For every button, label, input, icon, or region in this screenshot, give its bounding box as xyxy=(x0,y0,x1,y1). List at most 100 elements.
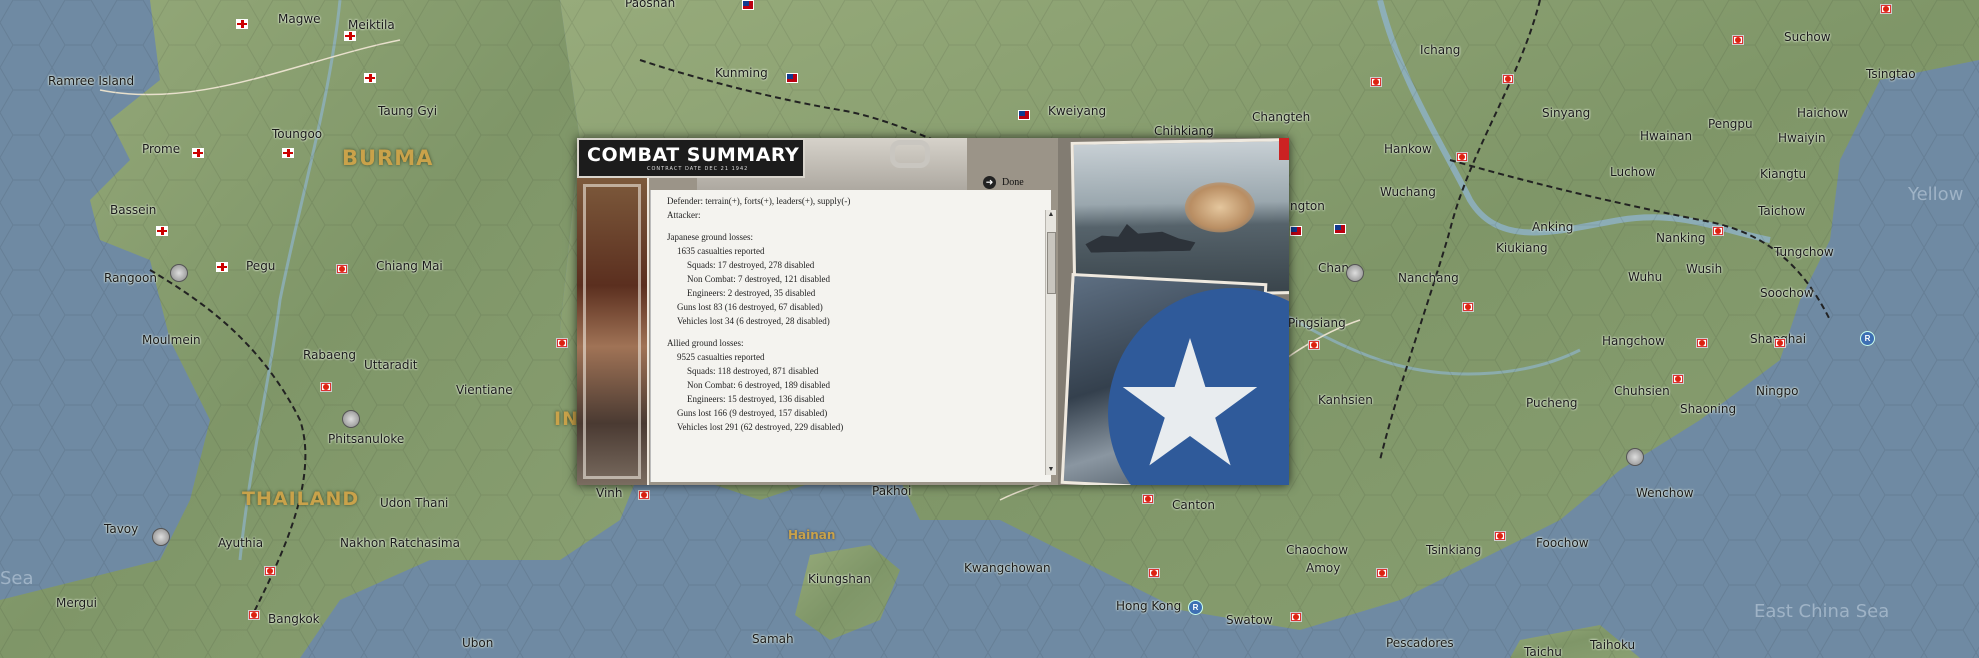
report-line: Engineers: 15 destroyed, 136 disabled xyxy=(687,394,825,404)
place-label: Chiang Mai xyxy=(376,259,443,273)
place-label: Chihkiang xyxy=(1154,124,1214,138)
fort-icon[interactable] xyxy=(342,410,360,428)
place-label: Samah xyxy=(752,632,794,646)
china-flag-icon[interactable] xyxy=(1018,110,1030,120)
fort-icon[interactable] xyxy=(1626,448,1644,466)
place-label: Pucheng xyxy=(1526,396,1578,410)
japan-flag-icon[interactable] xyxy=(1502,74,1514,84)
uk-flag-icon[interactable] xyxy=(344,31,356,41)
japan-flag-icon[interactable] xyxy=(1462,302,1474,312)
japan-flag-icon[interactable] xyxy=(1494,531,1506,541)
place-label: Chuhsien xyxy=(1614,384,1670,398)
report-paper: Defender: terrain(+), forts(+), leaders(… xyxy=(650,190,1051,482)
japan-flag-icon[interactable] xyxy=(1696,338,1708,348)
war-photo-left xyxy=(577,178,649,485)
uk-flag-icon[interactable] xyxy=(192,148,204,158)
report-line: Defender: terrain(+), forts(+), leaders(… xyxy=(667,196,851,206)
japan-flag-icon[interactable] xyxy=(1774,338,1786,348)
japan-flag-icon[interactable] xyxy=(264,566,276,576)
dialog-title-plate: COMBAT SUMMARY CONTRACT DATE DEC 21 1942 xyxy=(577,138,805,178)
japan-flag-icon[interactable] xyxy=(1308,340,1320,350)
china-flag-icon[interactable] xyxy=(742,0,754,10)
region-label: THAILAND xyxy=(242,488,360,510)
japan-flag-icon[interactable] xyxy=(1290,612,1302,622)
report-line: Allied ground losses: xyxy=(667,338,744,348)
place-label: Kiangtu xyxy=(1760,167,1807,181)
place-label: Paoshan xyxy=(625,0,676,10)
japan-flag-icon[interactable] xyxy=(1732,35,1744,45)
place-label: Pingsiang xyxy=(1288,316,1346,330)
japan-flag-icon[interactable] xyxy=(336,264,348,274)
report-line: Squads: 118 destroyed, 871 disabled xyxy=(687,366,819,376)
place-label: Swatow xyxy=(1226,613,1273,627)
japan-flag-icon[interactable] xyxy=(638,490,650,500)
place-label: Taung Gyi xyxy=(378,104,438,118)
china-flag-icon[interactable] xyxy=(1290,226,1302,236)
place-label: Suchow xyxy=(1784,30,1831,44)
china-flag-icon[interactable] xyxy=(1334,224,1346,234)
place-label: Pegu xyxy=(246,259,276,273)
place-label: Ramree Island xyxy=(48,74,135,88)
japan-flag-icon[interactable] xyxy=(1712,226,1724,236)
place-label: Nakhon Ratchasima xyxy=(340,536,460,550)
place-label: Bangkok xyxy=(268,612,320,626)
dialog-subtitle: CONTRACT DATE DEC 21 1942 xyxy=(647,166,749,172)
war-photo-collage xyxy=(1058,138,1289,485)
place-label: Taichow xyxy=(1758,204,1806,218)
place-label: Canton xyxy=(1172,498,1215,512)
place-label: Tavoy xyxy=(104,522,139,536)
japan-flag-icon[interactable] xyxy=(320,382,332,392)
japan-flag-icon[interactable] xyxy=(1456,152,1468,162)
japan-flag-icon[interactable] xyxy=(1672,374,1684,384)
place-label: Hainan xyxy=(788,528,836,542)
japan-flag-icon[interactable] xyxy=(556,338,568,348)
sea-label: Sea xyxy=(0,568,34,589)
report-line: Non Combat: 7 destroyed, 121 disabled xyxy=(687,274,830,284)
place-label: Tungchow xyxy=(1774,245,1834,259)
uk-flag-icon[interactable] xyxy=(216,262,228,272)
scroll-down-icon[interactable]: ▼ xyxy=(1047,465,1055,475)
japan-flag-icon[interactable] xyxy=(248,610,260,620)
place-label: Pengpu xyxy=(1708,117,1753,131)
place-label: Tsingtao xyxy=(1866,67,1916,81)
place-label: Vientiane xyxy=(456,383,513,397)
place-label: Nanking xyxy=(1656,231,1706,245)
report-line: Non Combat: 6 destroyed, 189 disabled xyxy=(687,380,830,390)
uk-flag-icon[interactable] xyxy=(364,73,376,83)
place-label: Hong Kong xyxy=(1116,599,1182,613)
place-label: Kiukiang xyxy=(1496,241,1548,255)
done-button[interactable]: ➜ Done xyxy=(983,176,1024,189)
japan-flag-icon[interactable] xyxy=(1880,4,1892,14)
report-line: Guns lost 83 (16 destroyed, 67 disabled) xyxy=(677,302,823,312)
scroll-thumb[interactable] xyxy=(1047,232,1056,294)
place-label: Luchow xyxy=(1610,165,1656,179)
report-line: Japanese ground losses: xyxy=(667,232,753,242)
report-scrollbar[interactable]: ▲ ▼ xyxy=(1045,210,1056,475)
fort-icon[interactable] xyxy=(152,528,170,546)
place-label: Phitsanuloke xyxy=(328,432,405,446)
region-label: BURMA xyxy=(342,146,434,170)
scroll-up-icon[interactable]: ▲ xyxy=(1047,210,1055,220)
place-label: Kiungshan xyxy=(808,572,871,586)
uk-flag-icon[interactable] xyxy=(156,226,168,236)
japan-flag-icon[interactable] xyxy=(1376,568,1388,578)
japan-flag-icon[interactable] xyxy=(1142,494,1154,504)
china-flag-icon[interactable] xyxy=(786,73,798,83)
uk-flag-icon[interactable] xyxy=(282,148,294,158)
japan-flag-icon[interactable] xyxy=(1148,568,1160,578)
place-label: Wuhu xyxy=(1628,270,1663,284)
place-label: Meiktila xyxy=(348,18,395,32)
place-label: Vinh xyxy=(596,486,623,500)
fort-icon[interactable] xyxy=(1346,264,1364,282)
report-line: Guns lost 166 (9 destroyed, 157 disabled… xyxy=(677,408,828,418)
place-label: Haichow xyxy=(1797,106,1849,120)
report-line: 9525 casualties reported xyxy=(677,352,765,362)
place-label: Prome xyxy=(142,142,181,156)
uk-flag-icon[interactable] xyxy=(236,19,248,29)
dialog-title: COMBAT SUMMARY xyxy=(587,144,800,166)
place-label: Bassein xyxy=(110,203,157,217)
japan-flag-icon[interactable] xyxy=(1370,77,1382,87)
place-label: Pescadores xyxy=(1386,636,1454,650)
place-label: Anking xyxy=(1532,220,1574,234)
fort-icon[interactable] xyxy=(170,264,188,282)
